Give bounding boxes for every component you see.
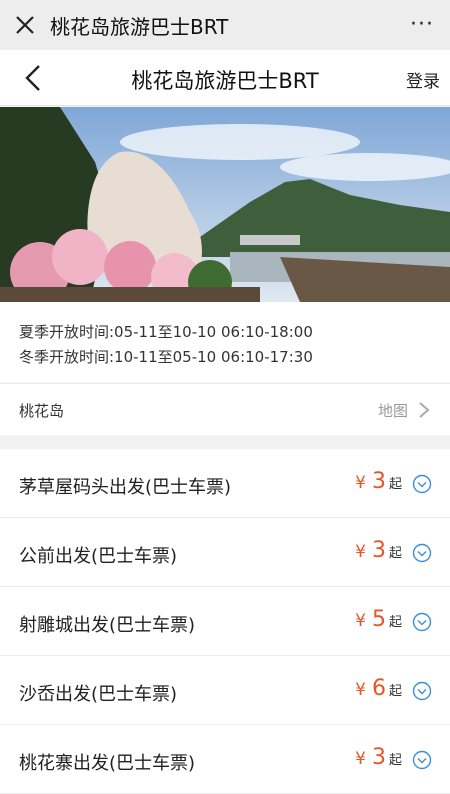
ticket-name: 公前出发(巴士车票) <box>19 546 178 567</box>
price-suffix: 起 <box>388 477 402 492</box>
login-button[interactable]: 登录 <box>406 67 440 92</box>
ticket-name: 射雕城出发(巴士车票) <box>19 615 196 636</box>
ticket-list: 茅草屋码头出发(巴士车票) ¥ 3 起 公前出发(巴士车票) ¥ 3 起 射雕城… <box>0 449 450 794</box>
location-row[interactable]: 桃花岛 地图 <box>0 383 450 435</box>
summer-hours: 夏季开放时间:05-11至10-10 06:10-18:00 <box>19 323 313 341</box>
price-value: 5 <box>371 607 386 632</box>
price-suffix: 起 <box>388 684 402 699</box>
price-suffix: 起 <box>388 753 402 768</box>
ticket-item[interactable]: 公前出发(巴士车票) ¥ 3 起 <box>0 518 450 587</box>
currency-symbol: ¥ <box>355 680 366 700</box>
ticket-price: ¥ 5 起 <box>355 607 402 632</box>
price-value: 6 <box>371 676 386 701</box>
winter-hours: 冬季开放时间:10-11至05-10 06:10-17:30 <box>19 348 313 366</box>
price-suffix: 起 <box>388 546 402 561</box>
banner-image <box>0 107 450 302</box>
price-value: 3 <box>371 469 386 494</box>
chevron-down-icon[interactable] <box>412 543 432 563</box>
close-icon <box>16 16 34 34</box>
app-header: 桃花岛旅游巴士BRT 登录 <box>0 50 450 106</box>
chevron-right-icon <box>419 402 430 418</box>
chevron-down-icon[interactable] <box>412 750 432 770</box>
chevron-down-icon[interactable] <box>412 681 432 701</box>
currency-symbol: ¥ <box>355 473 366 493</box>
price-value: 3 <box>371 538 386 563</box>
ticket-item[interactable]: 射雕城出发(巴士车票) ¥ 5 起 <box>0 587 450 656</box>
ticket-price: ¥ 3 起 <box>355 538 402 563</box>
ticket-name: 桃花寨出发(巴士车票) <box>19 753 196 774</box>
page-title: 桃花岛旅游巴士BRT <box>131 69 319 93</box>
currency-symbol: ¥ <box>355 542 366 562</box>
wechat-title: 桃花岛旅游巴士BRT <box>50 14 229 39</box>
ticket-price: ¥ 3 起 <box>355 469 402 494</box>
opening-hours: 夏季开放时间:05-11至10-10 06:10-18:00 冬季开放时间:10… <box>0 302 450 382</box>
chevron-down-icon[interactable] <box>412 612 432 632</box>
ticket-item[interactable]: 沙岙出发(巴士车票) ¥ 6 起 <box>0 656 450 725</box>
ticket-name: 沙岙出发(巴士车票) <box>19 684 178 705</box>
chevron-down-icon[interactable] <box>412 474 432 494</box>
ticket-item[interactable]: 茅草屋码头出发(巴士车票) ¥ 3 起 <box>0 449 450 518</box>
currency-symbol: ¥ <box>355 749 366 769</box>
more-button[interactable]: ··· <box>410 12 434 37</box>
close-button[interactable] <box>0 0 50 50</box>
price-suffix: 起 <box>388 615 402 630</box>
ticket-item[interactable]: 桃花寨出发(巴士车票) ¥ 3 起 <box>0 725 450 794</box>
currency-symbol: ¥ <box>355 611 366 631</box>
ticket-price: ¥ 3 起 <box>355 745 402 770</box>
price-value: 3 <box>371 745 386 770</box>
ticket-name: 茅草屋码头出发(巴士车票) <box>19 477 232 498</box>
map-link[interactable]: 地图 <box>378 400 408 421</box>
ticket-price: ¥ 6 起 <box>355 676 402 701</box>
location-name: 桃花岛 <box>19 402 65 420</box>
wechat-title-bar: 桃花岛旅游巴士BRT ··· <box>0 0 450 50</box>
